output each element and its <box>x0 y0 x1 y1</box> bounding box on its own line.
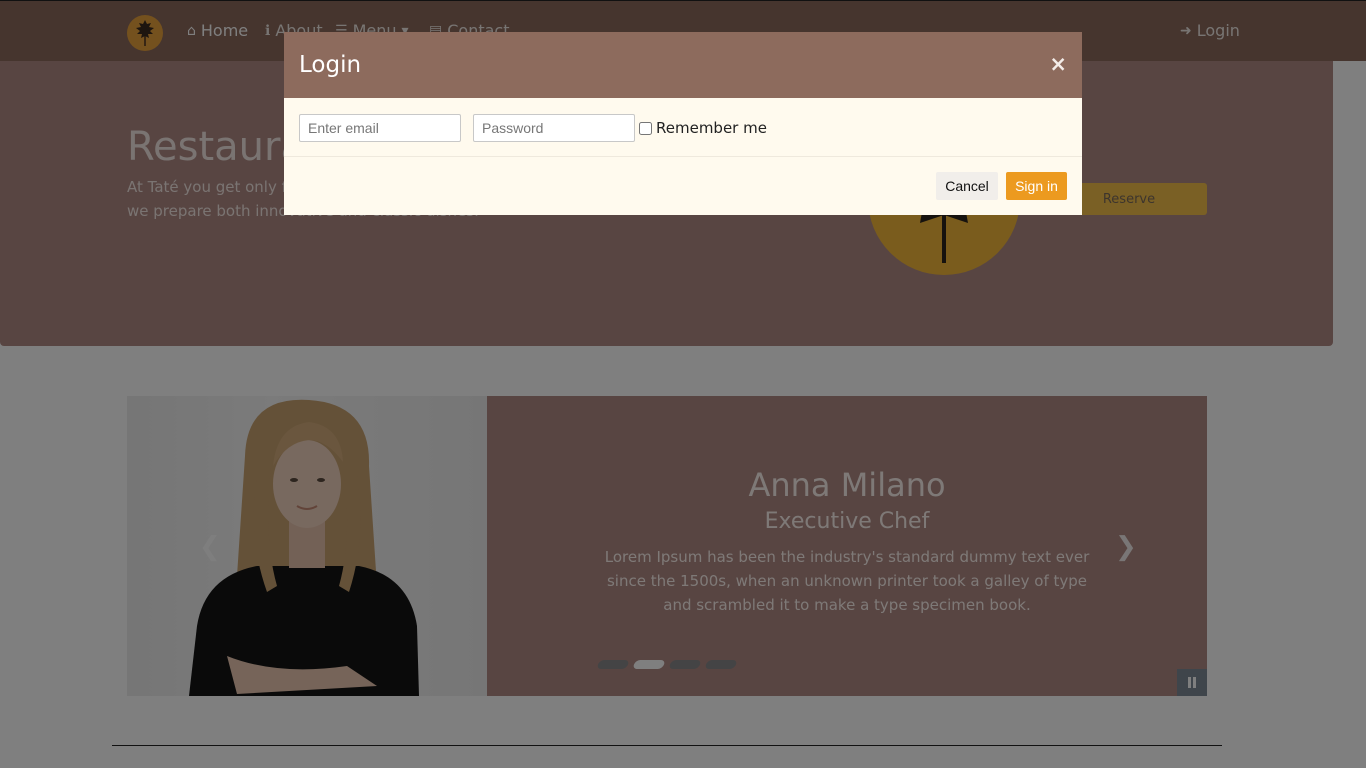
remember-me[interactable]: Remember me <box>639 119 767 137</box>
modal-header: Login × <box>284 32 1082 98</box>
remember-me-label: Remember me <box>656 119 767 137</box>
email-input[interactable] <box>299 114 461 142</box>
password-input[interactable] <box>473 114 635 142</box>
remember-me-checkbox[interactable] <box>639 121 652 135</box>
cancel-button[interactable]: Cancel <box>936 172 998 200</box>
sign-in-button[interactable]: Sign in <box>1006 172 1067 200</box>
modal-body: Remember me <box>284 98 1082 157</box>
close-icon[interactable]: × <box>1049 52 1067 76</box>
login-modal: Login × Remember me Cancel Sign in <box>284 32 1082 215</box>
modal-title: Login <box>299 52 362 78</box>
